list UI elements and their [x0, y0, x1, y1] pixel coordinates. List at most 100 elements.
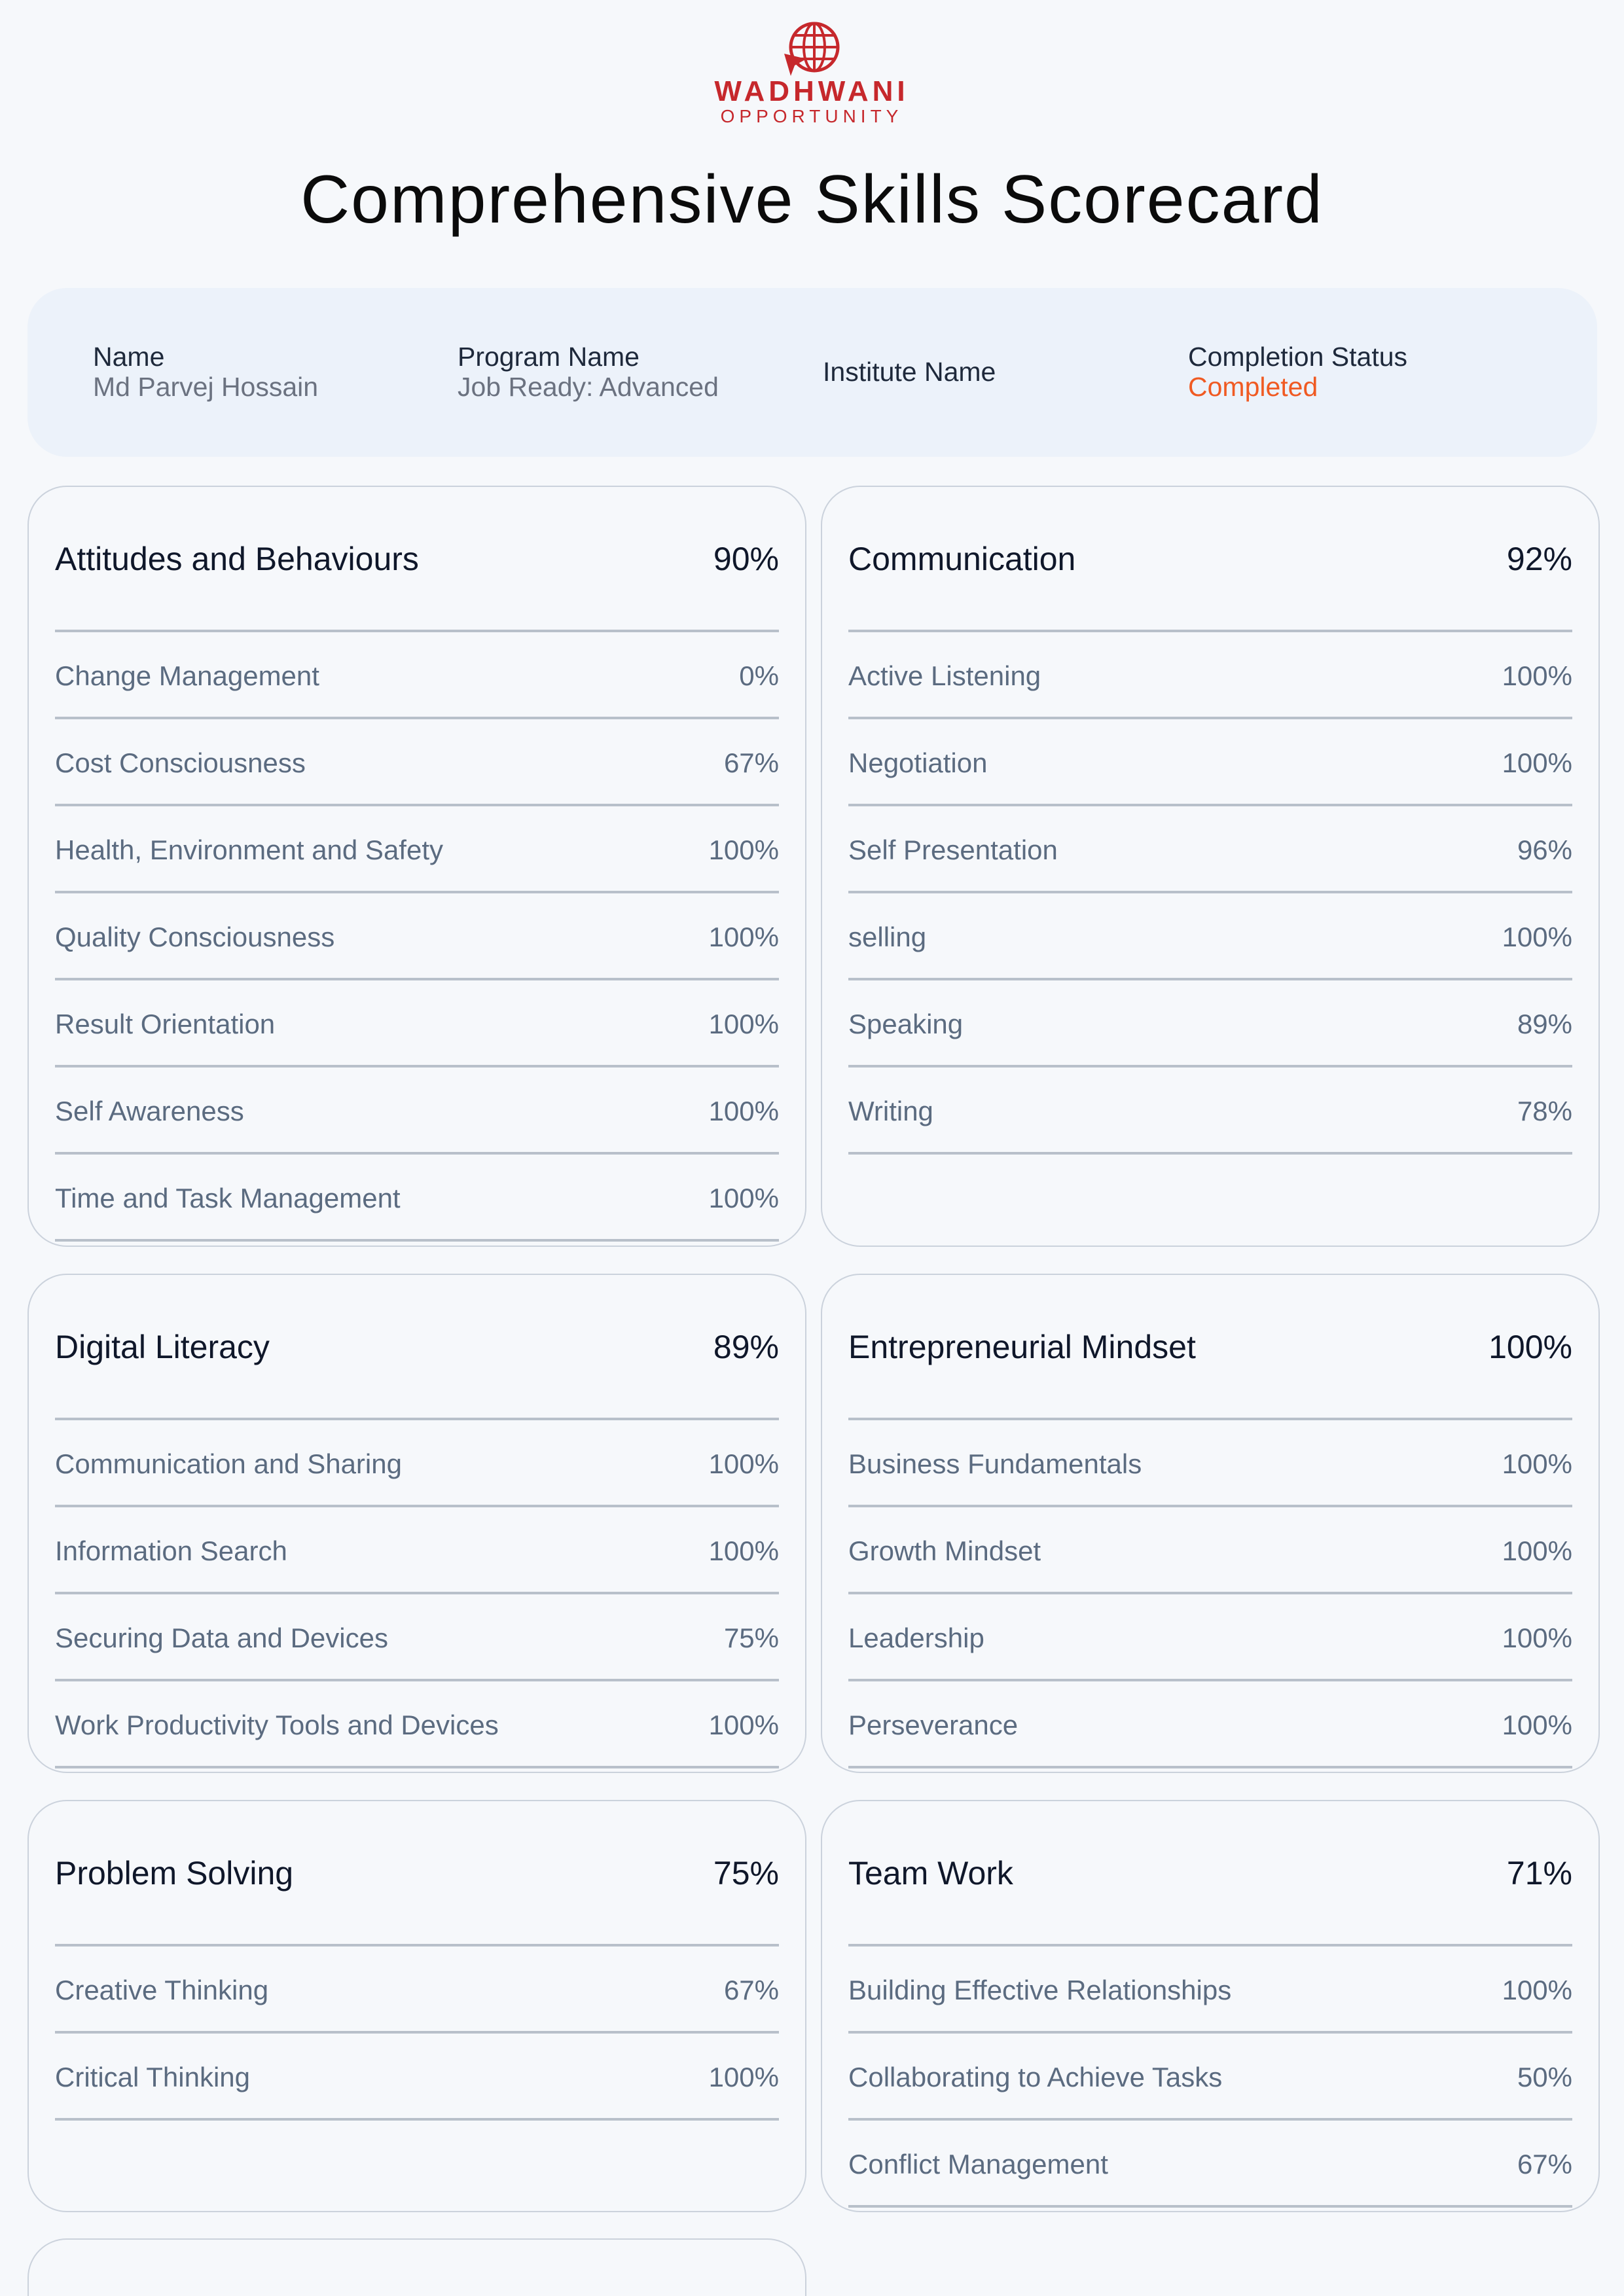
skill-row: Securing Data and Devices 75%: [55, 1594, 779, 1681]
card-header: Team Work 71%: [848, 1801, 1572, 1946]
skill-row: Result Orientation 100%: [55, 980, 779, 1067]
card-header: Communication 92%: [848, 487, 1572, 632]
skill-label: Communication and Sharing: [55, 1448, 402, 1479]
skill-card-team-work: Team Work 71% Building Effective Relatio…: [821, 1800, 1600, 2212]
card-header: Attitudes and Behaviours 90%: [55, 487, 779, 632]
skill-score: 100%: [708, 922, 779, 952]
skill-row: Active Listening 100%: [848, 632, 1572, 719]
skill-label: Self Presentation: [848, 834, 1058, 865]
skill-label: Business Fundamentals: [848, 1448, 1142, 1479]
skill-label: Building Effective Relationships: [848, 1975, 1232, 2005]
card-title: Attitudes and Behaviours: [55, 541, 419, 577]
skill-label: Growth Mindset: [848, 1535, 1041, 1566]
wadhwani-logo: WADHWANI OPPORTUNITY: [681, 20, 943, 137]
card-title: Problem Solving: [55, 1855, 294, 1892]
skill-label: Work Productivity Tools and Devices: [55, 1710, 499, 1740]
skill-card-attitudes: Attitudes and Behaviours 90% Change Mana…: [27, 486, 806, 1247]
institute-label: Institute Name: [823, 357, 996, 387]
skill-score: 100%: [1502, 1623, 1572, 1653]
skill-score: 100%: [708, 1535, 779, 1566]
skill-label: Leadership: [848, 1623, 984, 1653]
skill-row: Speaking 89%: [848, 980, 1572, 1067]
card-score: 92%: [1506, 541, 1572, 577]
card-score: 75%: [713, 1855, 779, 1892]
skill-row: Change Management 0%: [55, 632, 779, 719]
skill-card-problem-solving: Problem Solving 75% Creative Thinking 67%…: [27, 1800, 806, 2212]
skill-score: 100%: [1502, 1710, 1572, 1740]
skill-score: 100%: [1502, 1448, 1572, 1479]
skill-label: Writing: [848, 1096, 933, 1126]
skill-row: Business Fundamentals 100%: [848, 1420, 1572, 1507]
skill-score: 78%: [1517, 1096, 1572, 1126]
skill-label: Self Awareness: [55, 1096, 244, 1126]
skill-row: Collaborating to Achieve Tasks 50%: [848, 2034, 1572, 2121]
skill-label: Creative Thinking: [55, 1975, 269, 2005]
skill-score: 67%: [723, 1975, 779, 2005]
skill-card-entrepreneurial-mindset: Entrepreneurial Mindset 100% Business Fu…: [821, 1274, 1600, 1773]
card-header: Problem Solving 75%: [55, 1801, 779, 1946]
institute-field: Institute Name: [823, 357, 996, 387]
card-header: Digital Literacy 89%: [55, 1275, 779, 1420]
skill-row: Growth Mindset 100%: [848, 1507, 1572, 1594]
skill-label: Speaking: [848, 1009, 964, 1039]
skill-score: 100%: [1502, 922, 1572, 952]
status-field: Completion Status Completed: [1188, 342, 1407, 402]
program-label: Program Name: [458, 342, 640, 372]
card-title: Entrepreneurial Mindset: [848, 1329, 1196, 1365]
skill-row: Creative Thinking 67%: [55, 1946, 779, 2034]
skill-label: Collaborating to Achieve Tasks: [848, 2062, 1223, 2092]
skill-score: 75%: [723, 1623, 779, 1653]
skill-row: Writing 78%: [848, 1067, 1572, 1155]
skill-row: Cost Consciousness 67%: [55, 719, 779, 806]
skill-card-digital-literacy: Digital Literacy 89% Communication and S…: [27, 1274, 806, 1773]
skill-row: Building Effective Relationships 100%: [848, 1946, 1572, 2034]
name-field: Name Md Parvej Hossain: [93, 342, 318, 402]
skill-row: Critical Thinking 100%: [55, 2034, 779, 2121]
card-title: Digital Literacy: [55, 1329, 270, 1365]
skill-label: Result Orientation: [55, 1009, 276, 1039]
card-score: 71%: [1506, 1855, 1572, 1892]
skill-label: Time and Task Management: [55, 1183, 401, 1213]
brand-subtitle: OPPORTUNITY: [720, 106, 903, 126]
card-header: Entrepreneurial Mindset 100%: [848, 1275, 1572, 1420]
name-label: Name: [93, 342, 165, 372]
brand-name: WADHWANI: [714, 75, 909, 107]
skill-label: Cost Consciousness: [55, 747, 306, 778]
skill-label: Quality Consciousness: [55, 922, 335, 952]
skill-label: selling: [848, 922, 927, 952]
program-field: Program Name Job Ready: Advanced: [458, 342, 719, 402]
skill-score: 100%: [708, 834, 779, 865]
program-value: Job Ready: Advanced: [458, 372, 719, 402]
skill-score: 67%: [1517, 2149, 1572, 2179]
skill-score: 0%: [739, 660, 779, 691]
skill-score: 100%: [708, 1096, 779, 1126]
status-value: Completed: [1188, 372, 1318, 402]
skill-score: 100%: [1502, 1975, 1572, 2005]
skill-score: 100%: [1502, 1535, 1572, 1566]
skill-score: 100%: [708, 1710, 779, 1740]
skill-row: Quality Consciousness 100%: [55, 893, 779, 980]
status-label: Completion Status: [1188, 342, 1408, 372]
skill-row: Time and Task Management 100%: [55, 1155, 779, 1242]
card-title: Team Work: [848, 1855, 1013, 1892]
card-score: 89%: [713, 1329, 779, 1365]
skill-row: Negotiation 100%: [848, 719, 1572, 806]
skill-label: Change Management: [55, 660, 319, 691]
skill-row: selling 100%: [848, 893, 1572, 980]
skill-row: Information Search 100%: [55, 1507, 779, 1594]
skill-label: Health, Environment and Safety: [55, 834, 444, 865]
skill-score: 89%: [1517, 1009, 1572, 1039]
skill-label: Critical Thinking: [55, 2062, 250, 2092]
skill-score: 96%: [1517, 834, 1572, 865]
card-score: 90%: [713, 541, 779, 577]
skill-score: 100%: [708, 2062, 779, 2092]
card-title: Communication: [848, 541, 1076, 577]
name-value: Md Parvej Hossain: [93, 372, 319, 402]
skill-card-partial: [27, 2238, 806, 2296]
skill-score: 100%: [1502, 660, 1572, 691]
skill-label: Securing Data and Devices: [55, 1623, 388, 1653]
skill-row: Communication and Sharing 100%: [55, 1420, 779, 1507]
skill-row: Work Productivity Tools and Devices 100%: [55, 1681, 779, 1768]
skill-score: 50%: [1517, 2062, 1572, 2092]
skill-row: Health, Environment and Safety 100%: [55, 806, 779, 893]
